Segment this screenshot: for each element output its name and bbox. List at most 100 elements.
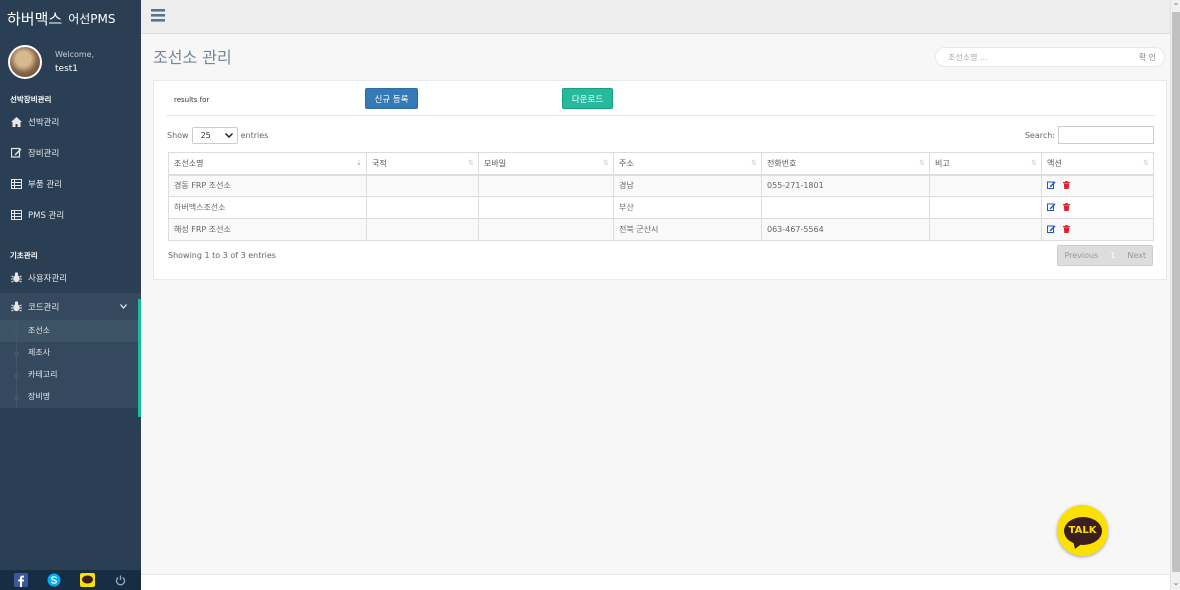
submenu-item-equipment-name[interactable]: 장비명 xyxy=(0,386,141,408)
cell-note xyxy=(929,174,1042,197)
sidebar-item-label: 장비관리 xyxy=(28,148,60,159)
pagination: Previous 1 Next xyxy=(1057,245,1153,266)
top-search: 확 인 xyxy=(935,47,1165,67)
cell-mobile xyxy=(478,196,614,219)
new-register-button[interactable]: 신규 등록 xyxy=(365,88,418,109)
sidebar-item-label: 부품 관리 xyxy=(28,179,62,190)
column-header-phone[interactable]: 전화번호 ⇅ xyxy=(761,152,930,176)
sidebar-item-pms[interactable]: PMS 관리 xyxy=(0,199,141,230)
cell-name: 경동 FRP 조선소 xyxy=(168,174,367,197)
welcome-text: Welcome, xyxy=(55,50,95,59)
talk-bubble-icon: TALK xyxy=(1063,516,1102,545)
next-button[interactable]: Next xyxy=(1121,246,1152,265)
edit-icon[interactable] xyxy=(1047,225,1056,235)
sort-icon: ⇅ xyxy=(1143,159,1149,167)
scroll-thumb[interactable] xyxy=(1172,12,1180,572)
show-entries: Show 25 entries xyxy=(167,127,268,144)
search-confirm-button[interactable]: 확 인 xyxy=(1139,52,1156,63)
cell-name: 하버맥스조선소 xyxy=(168,196,367,219)
page-footer xyxy=(141,574,1170,590)
edit-icon[interactable] xyxy=(1047,181,1056,191)
scroll-up-icon[interactable]: ⌃ xyxy=(1172,2,1180,12)
sidebar-item-label: 사용자관리 xyxy=(28,273,68,284)
kakaotalk-icon[interactable] xyxy=(79,572,95,588)
column-header-note[interactable]: 비고 ⇅ xyxy=(929,152,1042,176)
sidebar-item-parts[interactable]: 부품 관리 xyxy=(0,168,141,199)
user-name: test1 xyxy=(55,64,79,74)
cell-country xyxy=(366,218,479,241)
column-header-country[interactable]: 국적 ⇅ xyxy=(366,152,479,176)
previous-button[interactable]: Previous xyxy=(1058,246,1104,265)
bug-icon xyxy=(10,301,22,313)
profile: Welcome, test1 xyxy=(0,36,141,82)
column-header-name[interactable]: 조선소명 ⇣ xyxy=(168,152,367,176)
table-icon xyxy=(10,178,22,190)
shipyard-search-input[interactable] xyxy=(948,48,1128,66)
table-row: 해성 FRP 조선소 전북 군산시 063-467-5564 xyxy=(168,218,1154,241)
sidebar-item-codes[interactable]: 코드관리 xyxy=(0,293,141,320)
table-search-input[interactable] xyxy=(1058,126,1154,144)
cell-name: 해성 FRP 조선소 xyxy=(168,218,367,241)
submenu-item-manufacturer[interactable]: 제조사 xyxy=(0,342,141,364)
sort-asc-icon: ⇣ xyxy=(356,159,362,167)
column-header-mobile[interactable]: 모바일 ⇅ xyxy=(478,152,614,176)
cell-country xyxy=(366,174,479,197)
sort-icon: ⇅ xyxy=(919,159,925,167)
delete-icon[interactable] xyxy=(1063,202,1070,213)
chevron-down-icon xyxy=(224,131,233,140)
sort-icon: ⇅ xyxy=(751,159,757,167)
scroll-down-icon[interactable]: ⌄ xyxy=(1172,578,1180,588)
table-header-row: 조선소명 ⇣ 국적 ⇅ 모바일 ⇅ 주소 ⇅ 전화번호 ⇅ 비고 ⇅ 액션 ⇅ xyxy=(168,152,1154,176)
bug-icon xyxy=(10,272,22,284)
sidebar-item-label: PMS 관리 xyxy=(28,210,65,221)
submenu-item-shipyard[interactable]: 조선소 xyxy=(0,320,141,342)
download-button[interactable]: 다운로드 xyxy=(562,88,613,109)
chevron-down-icon xyxy=(120,302,127,312)
results-for-label: results for xyxy=(174,96,210,104)
sidebar-footer xyxy=(0,570,141,590)
submenu-item-category[interactable]: 카테고리 xyxy=(0,364,141,386)
table-info: Showing 1 to 3 of 3 entries xyxy=(168,251,276,260)
column-header-address[interactable]: 주소 ⇅ xyxy=(613,152,762,176)
entries-select[interactable]: 25 xyxy=(191,127,238,144)
sort-icon: ⇅ xyxy=(603,159,609,167)
search-label: Search: xyxy=(1024,130,1055,140)
cell-phone xyxy=(761,196,930,219)
cell-action xyxy=(1041,218,1154,241)
menu-toggle-icon[interactable] xyxy=(151,9,165,23)
sidebar-item-users[interactable]: 사용자관리 xyxy=(0,262,141,293)
sidebar-item-vessel[interactable]: 선박관리 xyxy=(0,106,141,137)
table-icon xyxy=(10,209,22,221)
sidebar: 하버맥스 어선PMS Welcome, test1 선박장비관리 선박관리 장비… xyxy=(0,0,141,590)
facebook-icon[interactable] xyxy=(13,572,29,588)
top-nav xyxy=(141,0,1170,34)
delete-icon[interactable] xyxy=(1063,224,1070,235)
page-title: 조선소 관리 xyxy=(153,48,232,67)
brand[interactable]: 하버맥스 어선PMS xyxy=(0,0,141,36)
sidebar-item-label: 코드관리 xyxy=(28,302,60,313)
edit-icon[interactable] xyxy=(1047,203,1056,213)
cell-action xyxy=(1041,196,1154,219)
column-header-action[interactable]: 액션 ⇅ xyxy=(1041,152,1154,176)
brand-product: 어선PMS xyxy=(68,11,116,26)
entries-label: entries xyxy=(240,131,269,140)
section-title-basic: 기초관리 xyxy=(10,251,38,260)
cell-country xyxy=(366,196,479,219)
panel-divider xyxy=(166,115,1156,116)
table-row: 경동 FRP 조선소 경남 055-271-1801 xyxy=(168,174,1154,197)
edit-icon xyxy=(10,147,22,159)
delete-icon[interactable] xyxy=(1063,180,1070,191)
entries-value: 25 xyxy=(200,131,211,140)
cell-note xyxy=(929,196,1042,219)
vertical-scrollbar[interactable]: ⌃ ⌄ xyxy=(1170,0,1180,590)
sidebar-item-equipment[interactable]: 장비관리 xyxy=(0,137,141,168)
sort-icon: ⇅ xyxy=(1031,159,1037,167)
power-icon[interactable] xyxy=(112,572,128,588)
skype-icon[interactable] xyxy=(46,572,62,588)
main-content: 조선소 관리 확 인 results for 신규 등록 다운로드 Show 2… xyxy=(141,34,1170,574)
cell-mobile xyxy=(478,174,614,197)
avatar xyxy=(8,45,42,79)
talk-label: TALK xyxy=(1068,525,1097,536)
page-button-current[interactable]: 1 xyxy=(1104,246,1122,265)
kakaotalk-chat-button[interactable]: TALK xyxy=(1057,505,1108,556)
